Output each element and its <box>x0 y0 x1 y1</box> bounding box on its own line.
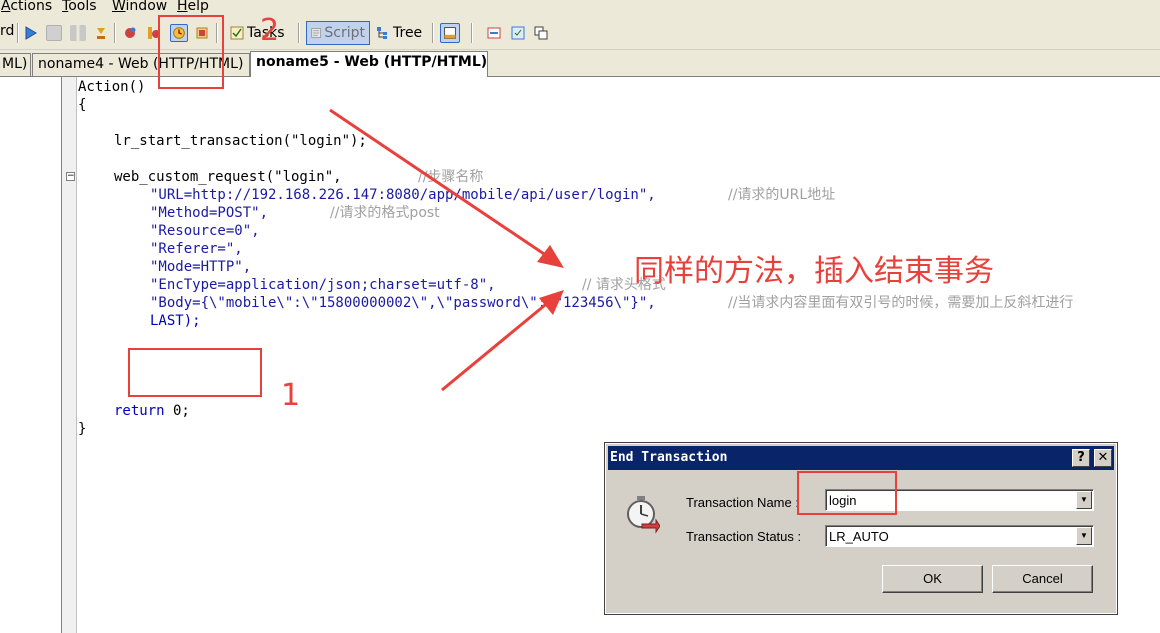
cancel-button[interactable]: Cancel <box>992 565 1093 593</box>
compare-icon[interactable] <box>486 25 502 41</box>
menu-help[interactable]: Help <box>177 0 209 14</box>
code-line: lr_start_transaction("login"); <box>114 133 367 149</box>
code-text: "EncType=application/json;charset=utf-8"… <box>150 277 496 293</box>
code-comment: //请求的URL地址 <box>728 187 836 203</box>
annotation-box-transaction-name <box>797 471 897 515</box>
menu-window[interactable]: Window <box>112 0 167 14</box>
chevron-down-icon[interactable]: ▼ <box>1076 491 1092 509</box>
toolbar-separator <box>17 23 19 43</box>
tree-view-button[interactable]: Tree <box>372 21 426 45</box>
fold-toggle-icon[interactable]: − <box>66 172 75 181</box>
run-icon[interactable] <box>23 25 39 41</box>
toolbar-separator <box>114 23 116 43</box>
dialog-title: End Transaction <box>610 450 728 465</box>
close-button[interactable]: ✕ <box>1094 449 1112 467</box>
code-line: "EncType=application/json;charset=utf-8"… <box>150 276 666 294</box>
toolbar-separator <box>432 23 434 43</box>
script-view-button[interactable]: Script <box>306 21 370 45</box>
annotation-box-toolbar <box>158 15 224 89</box>
script-label: Script <box>324 25 365 41</box>
code-line: "Body={\"mobile\":\"15800000002\",\"pass… <box>150 294 1073 312</box>
code-comment: //请求的格式post <box>330 205 440 221</box>
stopwatch-icon <box>627 496 660 534</box>
tasks-button[interactable]: Tasks <box>226 21 289 45</box>
menu-bar: Actions Tools Window Help <box>0 0 1160 16</box>
menu-tools[interactable]: Tools <box>62 0 97 14</box>
ok-button[interactable]: OK <box>882 565 983 593</box>
transaction-status-label: Transaction Status : <box>686 529 802 544</box>
breakpoint-icon[interactable] <box>122 25 138 41</box>
code-text: 0; <box>164 403 190 419</box>
script-icon <box>311 28 322 38</box>
step-icon[interactable] <box>93 25 109 41</box>
code-line: "Resource=0", <box>150 223 260 239</box>
menu-actions[interactable]: Actions <box>1 0 52 14</box>
code-line: return 0; <box>114 402 190 420</box>
code-text: web_custom_request("login", <box>114 169 342 185</box>
dialog-title-bar[interactable]: End Transaction ? ✕ <box>608 446 1114 470</box>
annotation-text: 同样的方法，插入结束事务 <box>634 254 994 289</box>
code-comment: //步骤名称 <box>418 169 484 185</box>
transaction-status-value: LR_AUTO <box>829 529 889 544</box>
left-panel <box>0 77 62 633</box>
windows-icon[interactable] <box>533 25 549 41</box>
output-window-icon[interactable] <box>440 23 460 43</box>
code-line: "Method=POST", //请求的格式post <box>150 204 440 222</box>
tab-noname5[interactable]: noname5 - Web (HTTP/HTML) <box>250 51 488 77</box>
transaction-name-label: Transaction Name : <box>686 495 799 510</box>
editor-gutter <box>62 77 77 633</box>
toolbar-separator <box>471 23 473 43</box>
stop-icon[interactable] <box>46 25 62 41</box>
annotation-number-1: 1 <box>281 378 301 413</box>
code-keyword: return <box>114 403 165 419</box>
toolbar-separator <box>298 23 300 43</box>
code-line: } <box>78 421 87 437</box>
code-line: LAST); <box>150 313 201 329</box>
record-button-label[interactable]: rd <box>0 23 14 39</box>
code-text: "Body={\"mobile\":\"15800000002\",\"pass… <box>150 295 656 311</box>
code-line: "Mode=HTTP", <box>150 259 252 275</box>
help-button[interactable]: ? <box>1072 449 1090 467</box>
code-line: web_custom_request("login", //步骤名称 <box>114 168 483 186</box>
tree-label: Tree <box>393 25 423 41</box>
code-line: "Referer=", <box>150 241 243 257</box>
tasks-icon <box>230 26 244 40</box>
tree-icon <box>377 27 387 39</box>
tab-previous-script[interactable]: ML) <box>0 53 31 76</box>
code-comment: //当请求内容里面有双引号的时候，需要加上反斜杠进行 <box>728 295 1074 311</box>
end-transaction-dialog: End Transaction ? ✕ Transaction Name : l… <box>604 442 1118 615</box>
chevron-down-icon[interactable]: ▼ <box>1076 527 1092 545</box>
annotation-number-2: 2 <box>260 13 280 48</box>
annotation-box-insert-point <box>128 348 262 397</box>
code-line: { <box>78 97 87 113</box>
code-text: "URL=http://192.168.226.147:8080/app/mob… <box>150 187 656 203</box>
code-line: Action() <box>78 79 146 95</box>
transaction-status-combo[interactable]: LR_AUTO ▼ <box>825 525 1094 547</box>
scan-icon[interactable] <box>510 25 526 41</box>
pause-icon[interactable] <box>70 25 86 41</box>
code-text: "Method=POST", <box>150 205 269 221</box>
code-line: "URL=http://192.168.226.147:8080/app/mob… <box>150 186 835 204</box>
